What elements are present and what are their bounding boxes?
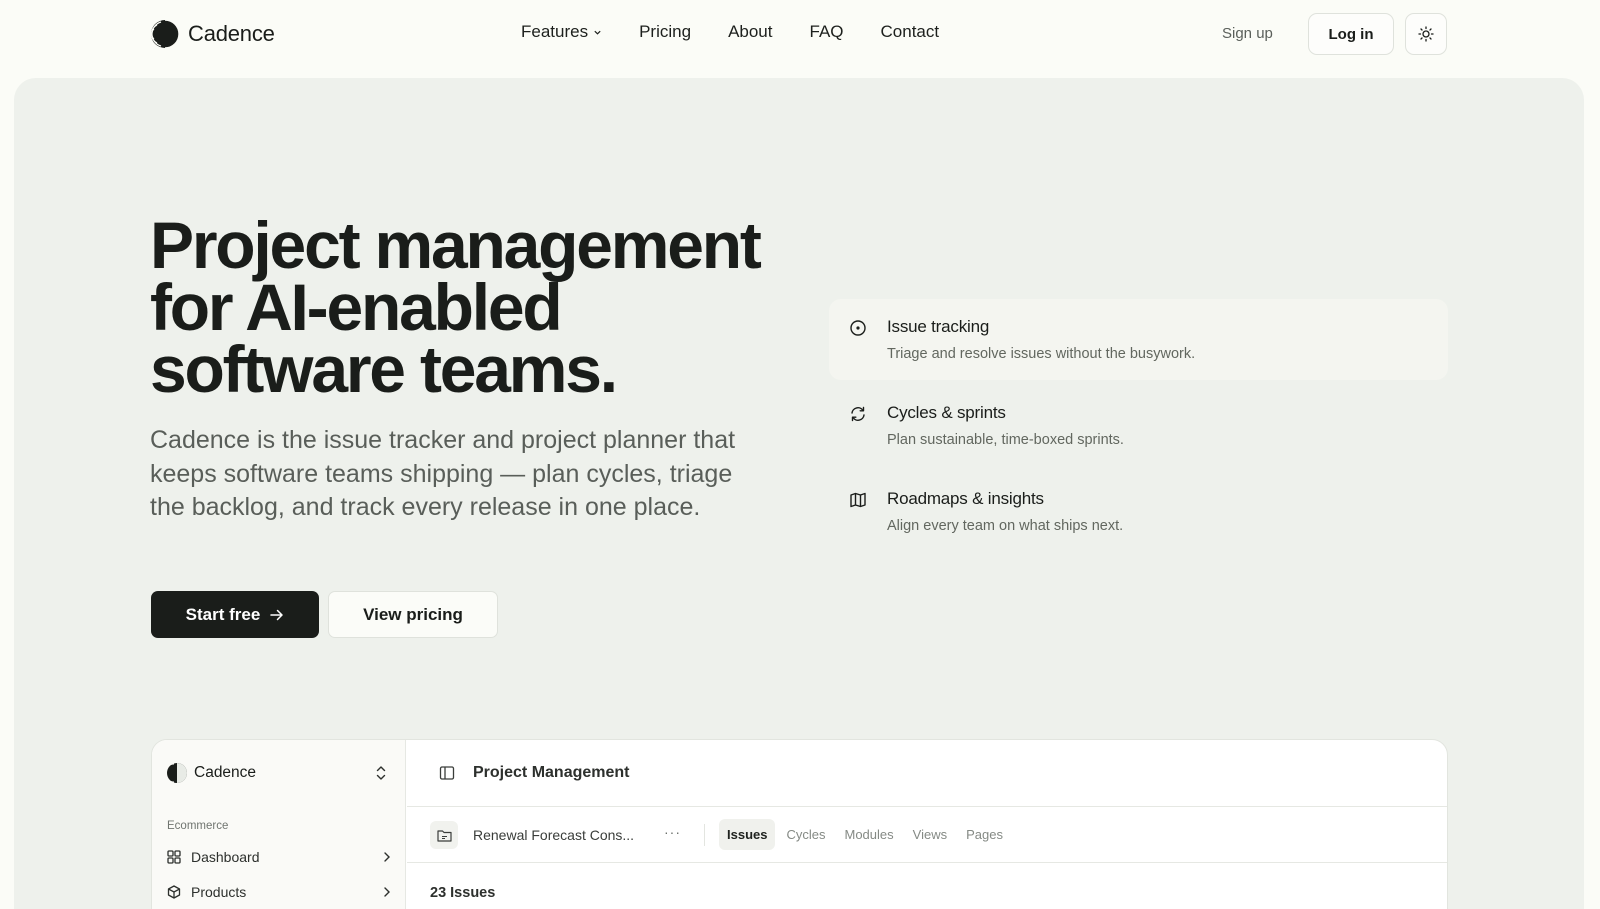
tab-modules[interactable]: Modules [837, 819, 902, 850]
nav-contact[interactable]: Contact [881, 22, 940, 42]
sun-icon [1418, 26, 1434, 42]
feature-issue-tracking[interactable]: Issue tracking Triage and resolve issues… [829, 299, 1448, 380]
app-sidebar: Cadence Ecommerce Dashboard Products [152, 740, 406, 909]
project-tabs: Issues Cycles Modules Views Pages [719, 819, 1011, 850]
nav-faq[interactable]: FAQ [810, 22, 844, 42]
more-options-button[interactable]: ··· [664, 824, 681, 840]
workspace-name: Cadence [194, 764, 257, 781]
logo-icon [166, 763, 187, 783]
feature-roadmaps-insights[interactable]: Roadmaps & insights Align every team on … [829, 471, 1448, 552]
top-nav: Cadence Features Pricing About FAQ Conta… [0, 0, 1600, 68]
page-title: Project Management [473, 764, 630, 781]
map-icon [850, 492, 866, 508]
app-header: Project Management [407, 740, 1447, 807]
project-toolbar: Renewal Forecast Cons... ··· Issues Cycl… [407, 807, 1447, 863]
sidebar-toggle-icon[interactable] [439, 765, 455, 781]
sidebar-item-label: Products [191, 884, 247, 900]
app-main: Project Management Renewal Forecast Cons… [407, 740, 1447, 909]
feature-desc: Plan sustainable, time-boxed sprints. [887, 432, 1124, 448]
hero-subcopy: Cadence is the issue tracker and project… [150, 426, 736, 521]
brand-logo[interactable]: Cadence [150, 19, 275, 49]
brand-name: Cadence [188, 21, 275, 46]
start-free-label: Start free [185, 604, 261, 624]
grid-icon [167, 850, 181, 864]
box-icon [167, 885, 181, 899]
feature-cycles-sprints[interactable]: Cycles & sprints Plan sustainable, time-… [829, 385, 1448, 466]
start-free-button[interactable]: Start free [151, 591, 319, 638]
nav-features[interactable]: Features [521, 22, 602, 42]
sidebar-item-products[interactable]: Products [167, 880, 392, 904]
workspace-selector[interactable]: Cadence [166, 762, 256, 784]
view-pricing-button[interactable]: View pricing [328, 591, 498, 638]
tab-pages[interactable]: Pages [958, 819, 1011, 850]
tab-cycles[interactable]: Cycles [778, 819, 833, 850]
chevrons-up-down-icon[interactable] [374, 764, 388, 782]
sidebar-item-label: Dashboard [191, 849, 260, 865]
feature-title: Cycles & sprints [887, 403, 1006, 422]
chevron-down-icon [594, 30, 601, 35]
nav-about[interactable]: About [728, 22, 772, 42]
project-name[interactable]: Renewal Forecast Cons... [473, 827, 634, 843]
feature-title: Issue tracking [887, 317, 990, 336]
sidebar-group-label: Ecommerce [167, 820, 229, 832]
log-in-button[interactable]: Log in [1308, 13, 1394, 55]
circle-dot-icon [850, 320, 866, 336]
sidebar-item-dashboard[interactable]: Dashboard [167, 845, 392, 869]
theme-toggle-button[interactable] [1405, 13, 1447, 55]
refresh-icon [851, 406, 865, 422]
chevron-right-icon [384, 852, 390, 862]
issue-count: 23 Issues [430, 885, 496, 901]
project-folder-button[interactable] [430, 821, 458, 849]
chevron-right-icon [384, 887, 390, 897]
tab-views[interactable]: Views [905, 819, 955, 850]
sign-up-link[interactable]: Sign up [1222, 25, 1273, 42]
logo-icon [150, 19, 180, 49]
app-preview: Cadence Ecommerce Dashboard Products Pro… [151, 739, 1448, 909]
nav-links: Features Pricing About FAQ Contact [521, 22, 976, 42]
divider [704, 824, 705, 846]
feature-desc: Align every team on what ships next. [887, 518, 1124, 534]
tab-issues[interactable]: Issues [719, 819, 776, 850]
arrow-right-icon [270, 609, 284, 620]
folder-icon [436, 829, 452, 842]
nav-features-label: Features [521, 22, 589, 41]
feature-title: Roadmaps & insights [887, 489, 1044, 508]
feature-desc: Triage and resolve issues without the bu… [887, 346, 1196, 362]
hero-headline: Project management for AI-enabled softwa… [150, 208, 762, 406]
nav-pricing[interactable]: Pricing [639, 22, 691, 42]
